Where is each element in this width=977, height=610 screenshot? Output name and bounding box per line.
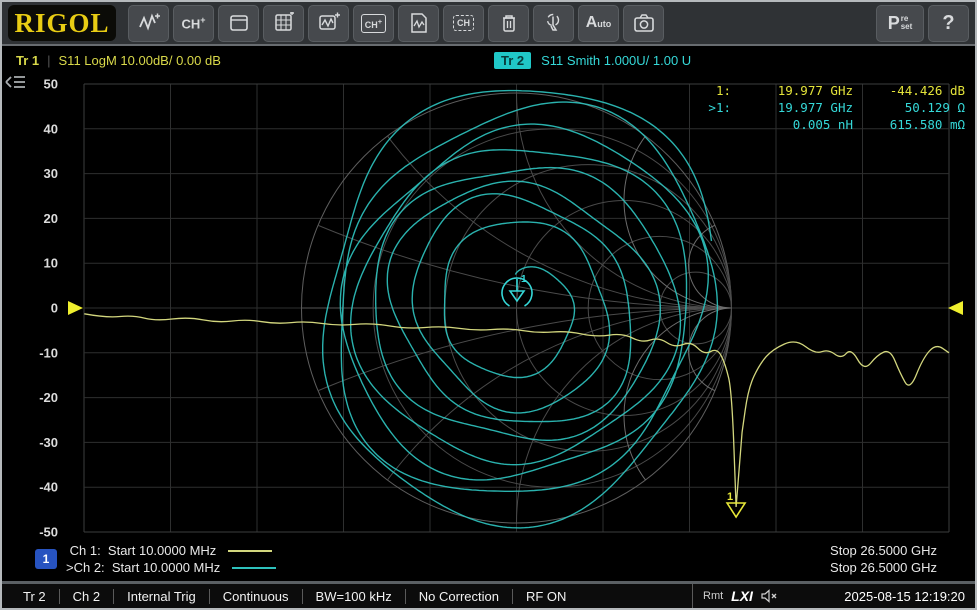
stop-frequency: Stop 26.5000 GHz [830, 559, 937, 576]
marker-readout-cell [687, 116, 731, 133]
channel-row: Ch 1: Start 10.0000 MHz [66, 542, 276, 559]
preset-label-p: P [888, 13, 900, 34]
table-icon [272, 12, 296, 34]
status-item[interactable]: Continuous [209, 589, 302, 604]
status-item[interactable]: Ch 2 [59, 589, 113, 604]
y-axis-tick: 50 [44, 77, 58, 92]
marker-readout-cell: 1: [687, 82, 731, 99]
smith-marker: 1 [502, 274, 532, 306]
stop-frequencies: Stop 26.5000 GHzStop 26.5000 GHz [830, 542, 937, 576]
marker-readout-cell: 0.005 nH [731, 116, 853, 133]
status-bar: Tr 2Ch 2Internal TrigContinuousBW=100 kH… [2, 581, 975, 608]
remote-indicator: Rmt [703, 590, 723, 602]
window-channel-icon: CH+ [361, 14, 386, 33]
trace2-label[interactable]: Tr 2 [494, 52, 531, 69]
window-icon [227, 12, 251, 34]
preset-label-col: reset [901, 15, 913, 31]
window-layout-button[interactable] [218, 5, 259, 42]
y-axis-tick: -40 [39, 480, 58, 495]
status-right: Rmt LXI 2025-08-15 12:19:20 [692, 584, 967, 608]
y-axis-tick: -30 [39, 435, 58, 450]
ref-level-marker-left [68, 301, 83, 315]
stop-frequency: Stop 26.5000 GHz [830, 542, 937, 559]
y-axis-tick: 0 [51, 301, 58, 316]
auto-scale-button[interactable]: Auto [578, 5, 619, 42]
smith-marker-label: 1 [521, 274, 527, 285]
smith-graticule [2, 72, 977, 585]
page-channel-icon: CH [453, 15, 474, 31]
marker-readout-cell: >1: [687, 99, 731, 116]
vna-screen: RIGOL CH+ CH+ CH Auto P reset ? Tr 1 | S11 … [0, 0, 977, 610]
meas-table-button[interactable] [263, 5, 304, 42]
plot-area[interactable]: 50 40 30 20 10 0 -10 -20 -30 -40 -50 1 1 1:19.977 GH… [2, 72, 977, 585]
channel-plus-icon: CH+ [181, 15, 205, 31]
touch-icon [542, 12, 566, 34]
add-trace-button[interactable] [128, 5, 169, 42]
channel-window-button[interactable]: CH+ [353, 5, 394, 42]
y-axis-tick: 20 [44, 211, 58, 226]
marker-readout-cell: -44.426 dB [853, 82, 965, 99]
speaker-muted-icon[interactable] [761, 589, 778, 603]
screenshot-button[interactable] [623, 5, 664, 42]
trace1-label[interactable]: Tr 1 [16, 53, 39, 68]
status-item[interactable]: BW=100 kHz [302, 589, 405, 604]
toolbar-buttons: CH+ CH+ CH Auto [128, 5, 664, 42]
marker-readout-cell: 50.129 Ω [853, 99, 965, 116]
trace-copy-button[interactable] [398, 5, 439, 42]
trace-color-swatch [228, 550, 272, 552]
trash-icon [497, 12, 521, 34]
trace2-group: Tr 2 S11 Smith 1.000U/ 1.00 U [494, 52, 691, 69]
help-icon: ? [942, 12, 954, 35]
channel-copy-button[interactable]: CH [443, 5, 484, 42]
trace-bar: Tr 1 | S11 LogM 10.00dB/ 0.00 dB Tr 2 S1… [2, 48, 975, 72]
marker-readout-cell: 615.580 mΩ [853, 116, 965, 133]
y-axis-tick: 40 [44, 121, 58, 136]
y-axis-tick: -50 [39, 525, 58, 540]
trace1-desc[interactable]: S11 LogM 10.00dB/ 0.00 dB [59, 53, 221, 68]
status-items: Tr 2Ch 2Internal TrigContinuousBW=100 kH… [10, 584, 579, 608]
marker-readout-cell: 19.977 GHz [731, 82, 853, 99]
channel-indicator[interactable]: 1 [35, 549, 57, 569]
marker-readout: 1:19.977 GHz-44.426 dB >1:19.977 GHz50.12… [687, 82, 965, 133]
channel-row: >Ch 2: Start 10.0000 MHz [66, 559, 276, 576]
page-waveform-icon [407, 12, 431, 34]
menu-collapse-icon[interactable] [2, 72, 28, 92]
add-channel-button[interactable]: CH+ [173, 5, 214, 42]
window-waveform-icon [317, 12, 341, 34]
status-item[interactable]: Tr 2 [10, 589, 59, 604]
y-axis-tick: 10 [44, 256, 58, 271]
preset-button[interactable]: P reset [876, 5, 924, 42]
help-button[interactable]: ? [928, 5, 969, 42]
datetime: 2025-08-15 12:19:20 [844, 589, 967, 604]
touch-button[interactable] [533, 5, 574, 42]
lxi-logo: LXI [731, 588, 753, 604]
rigol-logo: RIGOL [8, 5, 116, 41]
toolbar: RIGOL CH+ CH+ CH Auto P reset ? [2, 2, 975, 46]
auto-icon: Auto [586, 14, 612, 32]
channel-info: Ch 1: Start 10.0000 MHz>Ch 2: Start 10.0… [66, 542, 276, 576]
ref-level-marker-right [948, 301, 963, 315]
smith-trace [323, 91, 718, 528]
delete-button[interactable] [488, 5, 529, 42]
camera-icon [632, 12, 656, 34]
trace-window-button[interactable] [308, 5, 349, 42]
status-item[interactable]: Internal Trig [113, 589, 209, 604]
marker1-label: 1 [727, 491, 733, 503]
trace2-desc[interactable]: S11 Smith 1.000U/ 1.00 U [541, 53, 691, 68]
marker-readout-cell: 19.977 GHz [731, 99, 853, 116]
status-item[interactable]: RF ON [512, 589, 579, 604]
waveform-plus-icon [137, 12, 161, 34]
graticule-canvas[interactable]: 50 40 30 20 10 0 -10 -20 -30 -40 -50 1 1 [2, 72, 977, 585]
status-item[interactable]: No Correction [405, 589, 512, 604]
trace-color-swatch [232, 567, 276, 569]
y-axis-tick: -10 [39, 345, 58, 360]
trace-separator: | [47, 53, 50, 68]
y-axis-tick: -20 [39, 390, 58, 405]
y-axis-tick: 30 [44, 166, 58, 181]
